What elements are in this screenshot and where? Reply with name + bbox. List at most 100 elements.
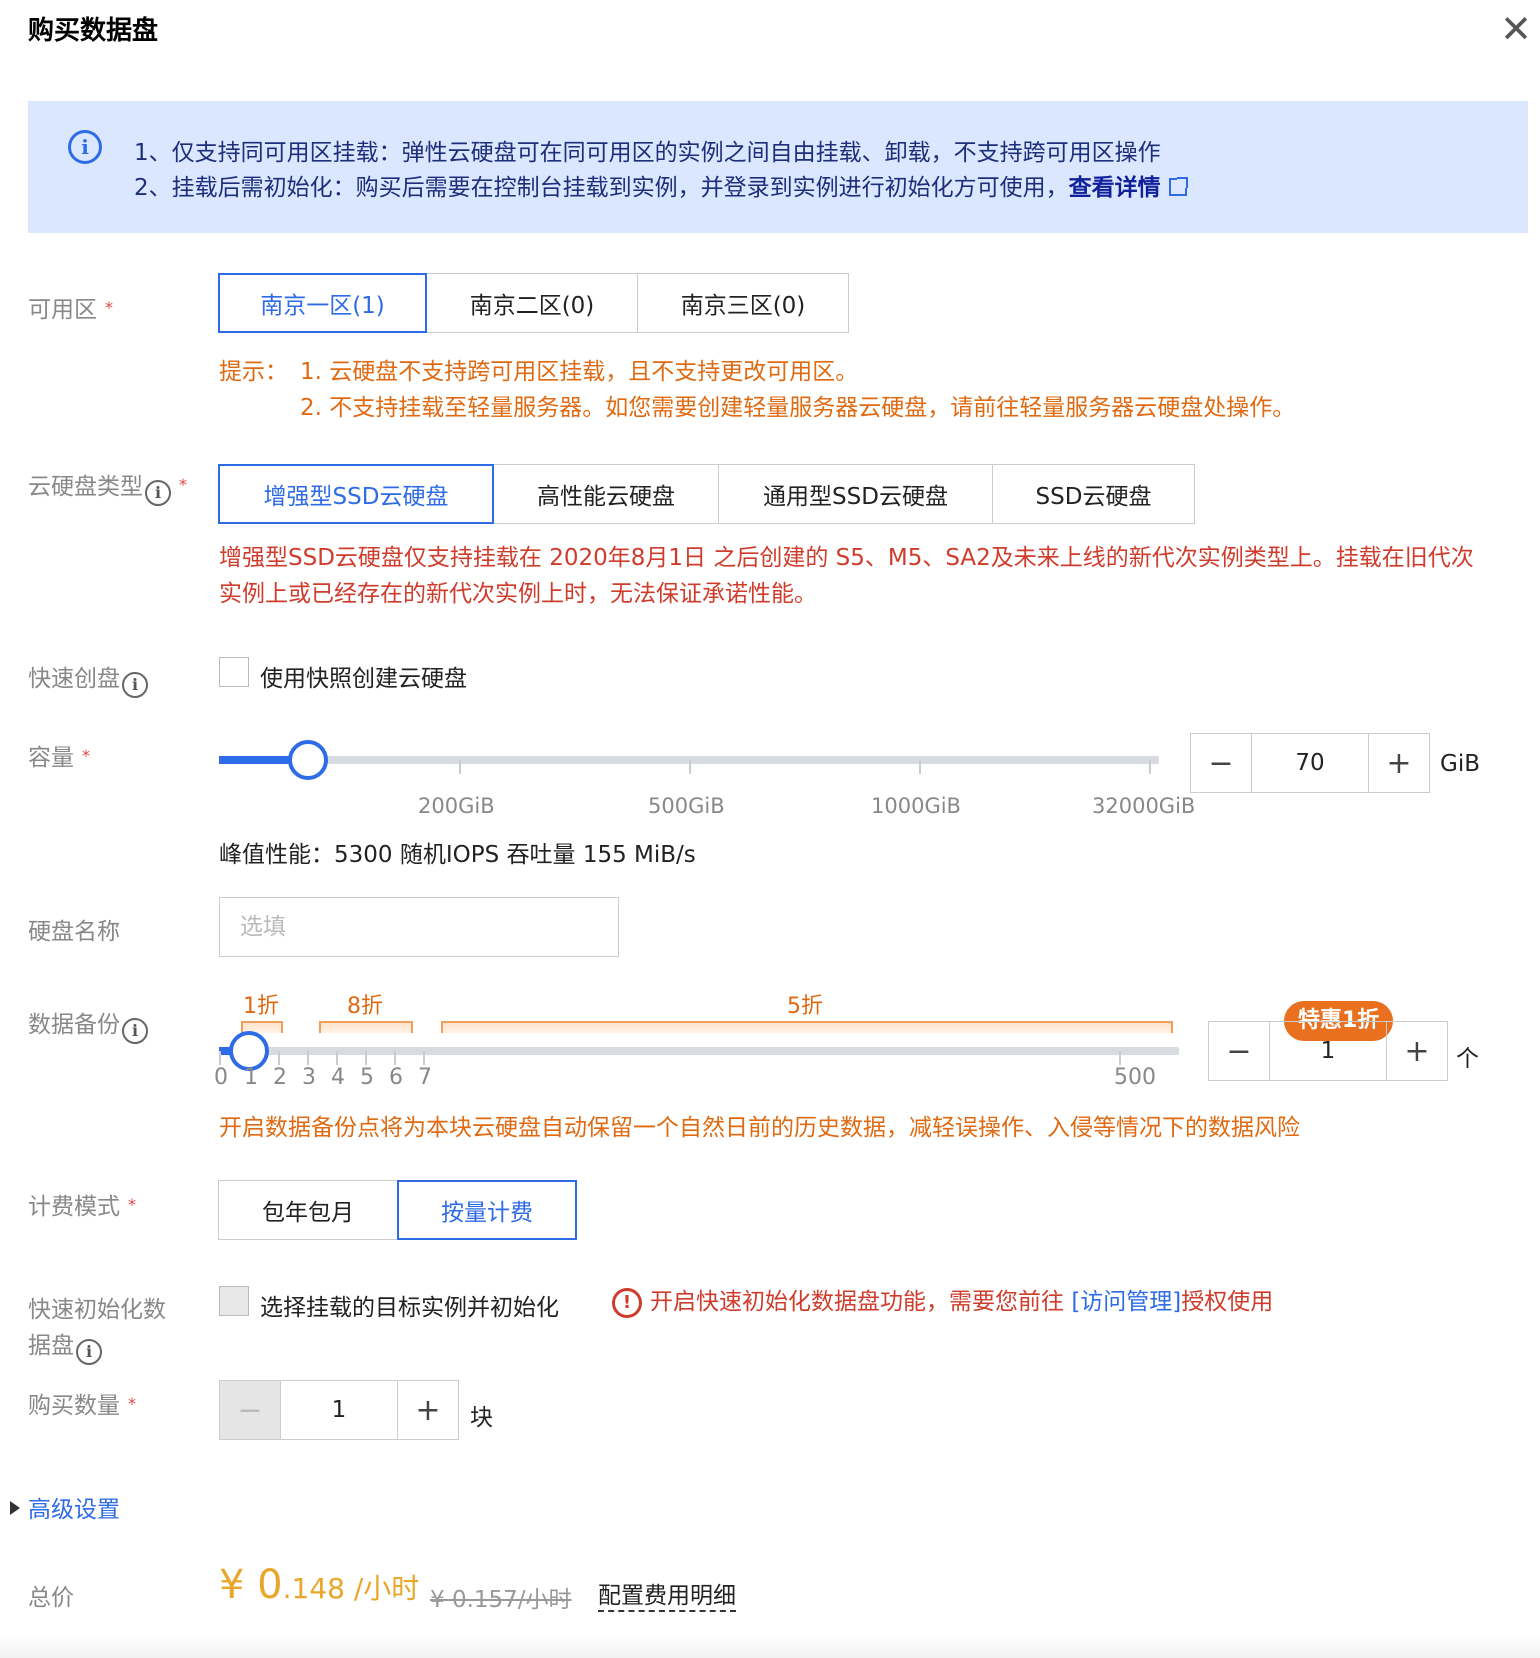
zone-selector: 南京一区(1) 南京二区(0) 南京三区(0) (218, 273, 849, 333)
capacity-tick-label: 32000GiB (1092, 794, 1196, 818)
backup-tick-label: 6 (389, 1065, 403, 1090)
quantity-stepper: − 1 + (219, 1380, 459, 1440)
quantity-label: 购买数量 * (28, 1393, 136, 1419)
backup-tick-label: 7 (418, 1065, 432, 1090)
backup-tick (394, 1051, 396, 1065)
capacity-slider[interactable] (219, 740, 1159, 780)
price-detail-link[interactable]: 配置费用明细 (598, 1576, 736, 1612)
disk-type-enhanced-ssd[interactable]: 增强型SSD云硬盘 (218, 464, 494, 524)
zone-tip-2: 2. 不支持挂载至轻量服务器。如您需要创建轻量服务器云硬盘，请前往轻量服务器云硬… (300, 395, 1296, 421)
advanced-settings-toggle[interactable]: 高级设置 (10, 1490, 120, 1524)
zone-option-nanjing-3[interactable]: 南京三区(0) (637, 273, 849, 333)
snapshot-checkbox-label: 使用快照创建云硬盘 (260, 666, 467, 692)
caret-right-icon (10, 1501, 20, 1515)
zone-option-nanjing-2[interactable]: 南京二区(0) (426, 273, 638, 333)
capacity-stepper: − 70 + (1190, 733, 1430, 793)
capacity-increment-button[interactable]: + (1369, 734, 1429, 792)
backup-track (219, 1047, 1179, 1055)
backup-tick (423, 1051, 425, 1065)
price-original: ¥ 0.157/小时 (430, 1587, 572, 1613)
notice-banner (28, 101, 1528, 233)
capacity-tick (459, 760, 461, 774)
backup-tick-label: 3 (302, 1065, 316, 1090)
snapshot-checkbox[interactable] (219, 657, 249, 687)
discount-label: 8折 (347, 994, 383, 1019)
backup-tick (307, 1051, 309, 1065)
backup-value[interactable]: 1 (1269, 1022, 1387, 1080)
backup-stepper: − 1 + (1208, 1021, 1448, 1081)
backup-tick-label: 1 (244, 1065, 258, 1090)
disk-name-input[interactable] (219, 897, 619, 957)
backup-tick (278, 1051, 280, 1065)
quick-init-warning: 开启快速初始化数据盘功能，需要您前往 [访问管理]授权使用 (650, 1289, 1274, 1315)
view-details-link[interactable]: 查看详情 (1069, 175, 1188, 201)
close-icon[interactable]: ✕ (1498, 10, 1534, 48)
disk-type-ssd[interactable]: SSD云硬盘 (992, 464, 1195, 524)
zone-tip-1: 1. 云硬盘不支持跨可用区挂载，且不支持更改可用区。 (300, 359, 859, 385)
backup-tick (365, 1051, 367, 1065)
backup-tick (336, 1051, 338, 1065)
zone-label: 可用区 * (28, 297, 113, 323)
disk-type-label: 云硬盘类型 i * (28, 467, 187, 506)
notice-line-1: 1、仅支持同可用区挂载：弹性云硬盘可在同可用区的实例之间自由挂载、卸载，不支持跨… (134, 140, 1161, 166)
quantity-decrement-button[interactable]: − (220, 1381, 280, 1439)
capacity-slider-handle[interactable] (288, 740, 328, 780)
capacity-tick-label: 200GiB (418, 794, 495, 818)
peak-performance: 峰值性能：5300 随机IOPS 吞吐量 155 MiB/s (219, 842, 696, 868)
backup-tick-label: 0 (214, 1065, 228, 1090)
error-icon: ! (612, 1288, 642, 1318)
backup-tick-label: 5 (360, 1065, 374, 1090)
backup-tick (219, 1051, 221, 1065)
quick-init-label-line1: 快速初始化数 (28, 1297, 166, 1323)
disk-type-premium[interactable]: 高性能云硬盘 (493, 464, 719, 524)
quantity-unit: 块 (470, 1405, 493, 1431)
zone-option-nanjing-1[interactable]: 南京一区(1) (218, 273, 427, 333)
info-icon[interactable]: i (122, 1018, 148, 1044)
capacity-tick (689, 760, 691, 774)
zone-tip-prefix: 提示： (219, 359, 288, 385)
backup-tick (1119, 1051, 1121, 1065)
disk-type-warning: 增强型SSD云硬盘仅支持挂载在 2020年8月1日 之后创建的 S5、M5、SA… (219, 545, 1474, 607)
total-price-label: 总价 (28, 1585, 74, 1611)
capacity-tick-label: 500GiB (648, 794, 725, 818)
backup-decrement-button[interactable]: − (1209, 1022, 1269, 1080)
billing-selector: 包年包月 按量计费 (218, 1180, 577, 1240)
discount-label: 1折 (243, 994, 279, 1019)
quick-init-label-line2: 据盘 i (28, 1326, 102, 1365)
discount-label: 5折 (787, 994, 823, 1019)
capacity-tick-label: 1000GiB (871, 794, 961, 818)
info-icon[interactable]: i (145, 480, 171, 506)
billing-pay-as-you-go[interactable]: 按量计费 (397, 1180, 577, 1240)
capacity-label: 容量 * (28, 745, 90, 771)
backup-tick-label: 4 (331, 1065, 345, 1090)
disk-name-label: 硬盘名称 (28, 919, 120, 945)
billing-prepaid[interactable]: 包年包月 (218, 1180, 398, 1240)
backup-tick-label: 500 (1114, 1065, 1156, 1090)
disk-type-balanced-ssd[interactable]: 通用型SSD云硬盘 (718, 464, 993, 524)
notice-line-2: 2、挂载后需初始化：购买后需要在控制台挂载到实例，并登录到实例进行初始化方可使用… (134, 168, 1188, 202)
disk-type-selector: 增强型SSD云硬盘 高性能云硬盘 通用型SSD云硬盘 SSD云硬盘 (218, 464, 1195, 524)
quick-init-checkbox[interactable] (219, 1286, 249, 1316)
quick-init-checkbox-label: 选择挂载的目标实例并初始化 (260, 1295, 559, 1321)
backup-tick-label: 2 (273, 1065, 287, 1090)
backup-unit: 个 (1456, 1046, 1479, 1072)
capacity-unit: GiB (1440, 751, 1480, 777)
info-icon[interactable]: i (76, 1339, 102, 1365)
capacity-value[interactable]: 70 (1251, 734, 1369, 792)
backup-label: 数据备份 i (28, 1005, 148, 1044)
external-link-icon (1168, 177, 1188, 196)
backup-increment-button[interactable]: + (1387, 1022, 1447, 1080)
footer-shade (0, 1636, 1540, 1658)
backup-hint: 开启数据备份点将为本块云硬盘自动保留一个自然日前的历史数据，减轻误操作、入侵等情… (219, 1115, 1300, 1141)
quantity-value[interactable]: 1 (280, 1381, 398, 1439)
price-current: ¥ 0.148 /小时 (219, 1562, 420, 1608)
capacity-decrement-button[interactable]: − (1191, 734, 1251, 792)
info-icon: i (68, 130, 102, 164)
capacity-tick (919, 760, 921, 774)
quantity-increment-button[interactable]: + (398, 1381, 458, 1439)
dialog-title: 购买数据盘 (28, 16, 159, 46)
billing-label: 计费模式 * (28, 1194, 136, 1220)
access-management-link[interactable]: [访问管理] (1071, 1289, 1181, 1315)
capacity-tick (1149, 760, 1151, 774)
info-icon[interactable]: i (122, 672, 148, 698)
